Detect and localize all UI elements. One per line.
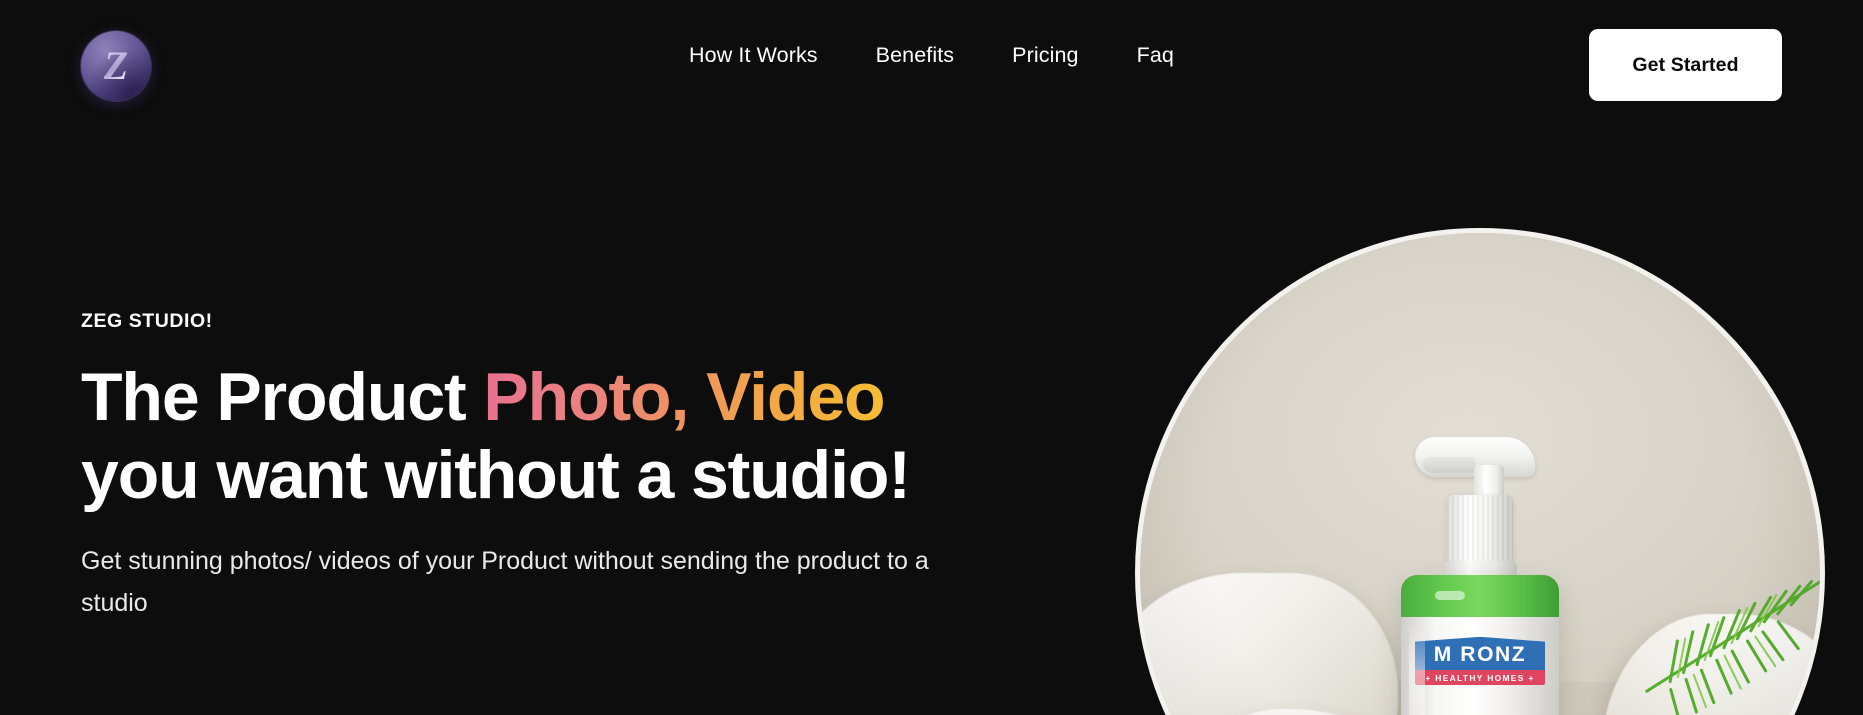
get-started-button[interactable]: Get Started [1589, 29, 1782, 101]
nav-item-pricing[interactable]: Pricing [983, 43, 1107, 69]
headline-plain-text: The Product [81, 358, 484, 435]
product-scene: M RONZ TM + HEALTHY HOMES + COMPLETE CLE… [1140, 233, 1820, 715]
hero-content: ZEG STUDIO! The Product Photo, Video you… [81, 310, 1101, 624]
site-header: Z How It Works Benefits Pricing Faq Get … [0, 0, 1863, 128]
main-navigation: How It Works Benefits Pricing Faq [0, 43, 1863, 69]
hero-headline: The Product Photo, Video you want withou… [81, 358, 1101, 516]
logo-circle-icon: Z [81, 31, 151, 101]
scene-vignette [1140, 233, 1820, 715]
logo[interactable]: Z [81, 31, 151, 101]
hero-subtitle: Get stunning photos/ videos of your Prod… [81, 547, 929, 617]
nav-item-how-it-works[interactable]: How It Works [660, 43, 847, 69]
landing-page: Z How It Works Benefits Pricing Faq Get … [0, 0, 1863, 715]
nav-item-faq[interactable]: Faq [1108, 43, 1203, 69]
hero-eyebrow: ZEG STUDIO! [81, 310, 213, 332]
logo-letter: Z [81, 31, 151, 101]
product-photo-circle: M RONZ TM + HEALTHY HOMES + COMPLETE CLE… [1135, 228, 1825, 715]
headline-line-2: you want without a studio! [81, 437, 911, 514]
headline-gradient-text: Photo, Video [483, 358, 885, 435]
nav-item-benefits[interactable]: Benefits [847, 43, 984, 69]
headline-line-1: The Product Photo, Video [81, 358, 1101, 437]
